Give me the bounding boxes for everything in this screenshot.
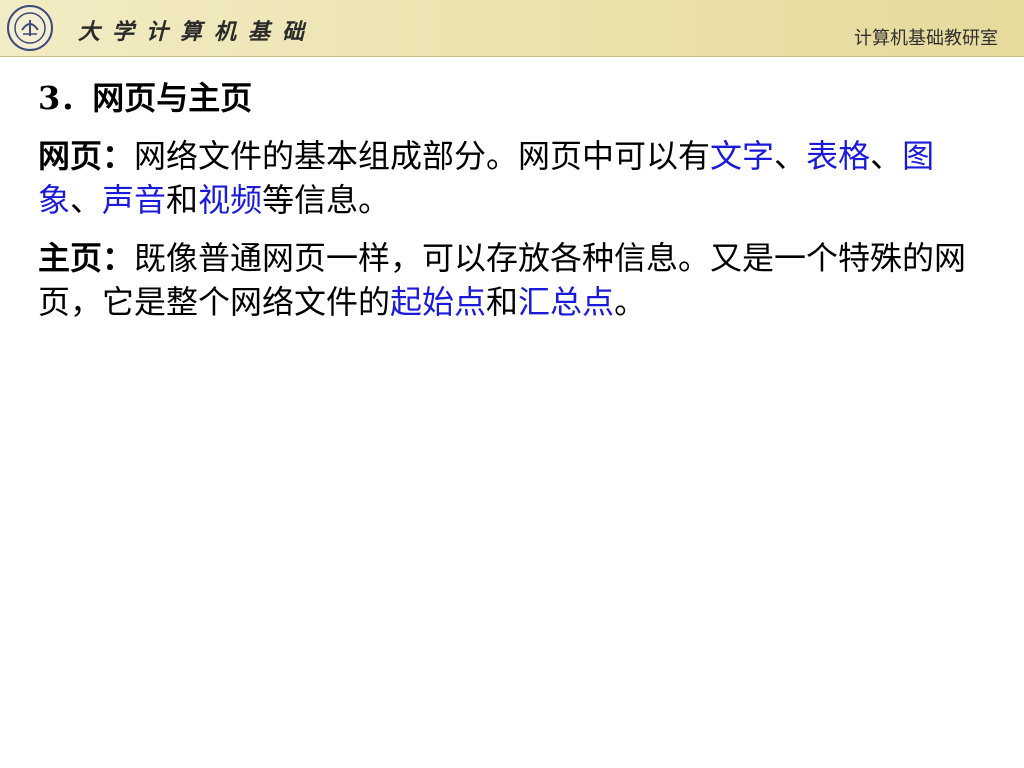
- highlight-summary-point: 汇总点: [518, 283, 615, 321]
- separator: 、: [774, 137, 807, 175]
- term-homepage: 主页：: [38, 239, 135, 277]
- slide-content: 3．网页与主页 网页：网络文件的基本组成部分。网页中可以有文字、表格、图象、声音…: [38, 76, 988, 338]
- highlight-video-term: 视频: [198, 181, 263, 219]
- text: 网络文件的基本组成部分。网页中可以有: [134, 137, 711, 175]
- department-label: 计算机基础教研室: [854, 28, 998, 49]
- webpage-definition: 网页：网络文件的基本组成部分。网页中可以有文字、表格、图象、声音和视频等信息。: [38, 134, 988, 222]
- homepage-definition: 主页：既像普通网页一样，可以存放各种信息。又是一个特殊的网页，它是整个网络文件的…: [38, 236, 988, 324]
- separator: 和: [166, 181, 199, 219]
- separator: 、: [70, 181, 103, 219]
- course-title: 大学计算机基础: [78, 19, 317, 45]
- slide-header: 大学计算机基础 计算机基础教研室: [0, 0, 1024, 57]
- term-webpage: 网页：: [38, 137, 135, 175]
- separator: 、: [870, 137, 903, 175]
- highlight-sound-term: 声音: [102, 181, 167, 219]
- text: 等信息。: [262, 181, 391, 219]
- highlight-start-point: 起始点: [390, 283, 487, 321]
- highlight-text-term: 文字: [710, 137, 775, 175]
- highlight-table-term: 表格: [806, 137, 871, 175]
- section-heading: 3．网页与主页: [38, 79, 253, 117]
- separator: 和: [486, 283, 519, 321]
- university-emblem-icon: [7, 5, 53, 51]
- text: 。: [614, 283, 647, 321]
